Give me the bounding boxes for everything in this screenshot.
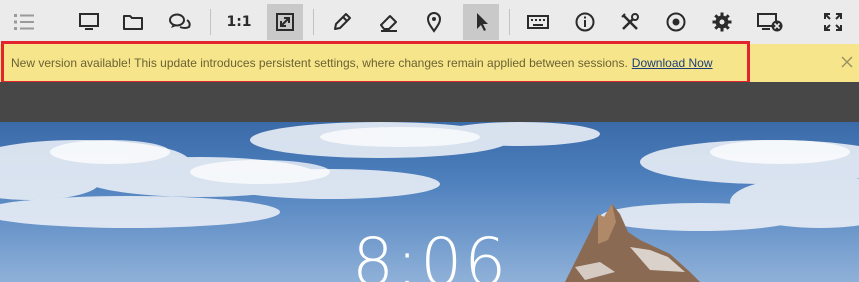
erase-button[interactable] xyxy=(371,4,407,40)
disconnect-button[interactable] xyxy=(752,4,788,40)
toolbar-separator xyxy=(210,9,211,35)
pin-button[interactable] xyxy=(416,4,452,40)
resize-icon xyxy=(276,13,294,31)
toolbar: 1:1 xyxy=(0,0,859,44)
update-notification: New version available! This update intro… xyxy=(0,44,859,82)
list-icon xyxy=(14,14,34,30)
record-icon xyxy=(666,12,686,32)
download-now-link[interactable]: Download Now xyxy=(632,56,713,70)
close-icon xyxy=(841,56,853,68)
menu-button[interactable] xyxy=(6,4,42,40)
tools-button[interactable] xyxy=(612,4,648,40)
notification-message: New version available! This update intro… xyxy=(11,56,713,70)
tools-icon xyxy=(621,13,639,30)
chat-icon xyxy=(169,13,191,29)
fit-button[interactable] xyxy=(267,4,303,40)
notification-text: New version available! This update intro… xyxy=(11,56,628,70)
record-button[interactable] xyxy=(658,4,694,40)
disconnect-screen-icon xyxy=(757,13,783,32)
map-pin-icon xyxy=(426,12,442,33)
toolbar-separator xyxy=(313,9,314,35)
keyboard-icon xyxy=(527,15,549,29)
chat-button[interactable] xyxy=(162,4,198,40)
pencil-icon xyxy=(334,13,351,30)
scale-label: 1:1 xyxy=(226,14,252,30)
gear-icon xyxy=(712,12,732,32)
files-button[interactable] xyxy=(115,4,151,40)
info-button[interactable] xyxy=(567,4,603,40)
notification-close-button[interactable] xyxy=(838,53,856,71)
eraser-icon xyxy=(380,15,397,32)
lock-screen-clock: 8:06 xyxy=(352,224,509,282)
display-button[interactable] xyxy=(71,4,107,40)
viewer-background xyxy=(0,82,859,122)
folder-icon xyxy=(123,15,143,30)
scale-1-1-button[interactable]: 1:1 xyxy=(221,4,257,40)
info-icon xyxy=(575,12,595,32)
cursor-icon xyxy=(477,13,488,31)
draw-button[interactable] xyxy=(324,4,360,40)
fullscreen-button[interactable] xyxy=(815,4,851,40)
toolbar-separator xyxy=(509,9,510,35)
remote-desktop-view[interactable]: 8:06 xyxy=(0,122,859,282)
settings-button[interactable] xyxy=(704,4,740,40)
pointer-button[interactable] xyxy=(463,4,499,40)
keyboard-button[interactable] xyxy=(520,4,556,40)
monitor-icon xyxy=(79,13,99,30)
fullscreen-icon xyxy=(824,13,842,31)
